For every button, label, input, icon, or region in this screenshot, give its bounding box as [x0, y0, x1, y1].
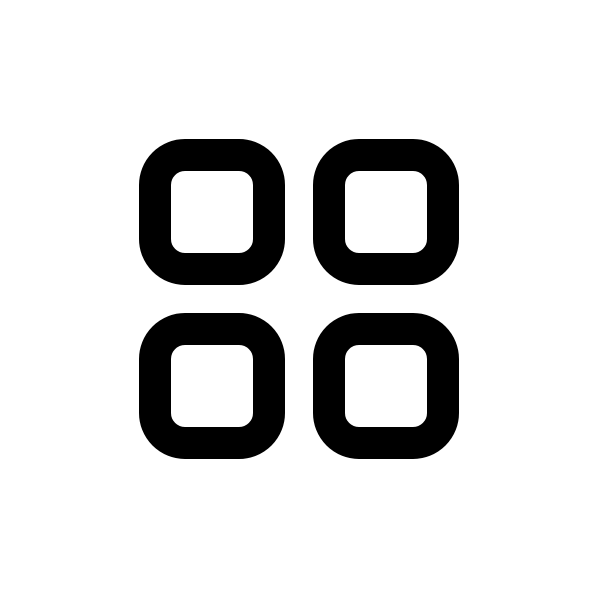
icon-canvas — [0, 0, 599, 599]
grid-tile-bottom-right — [313, 313, 459, 459]
grid-icon — [139, 139, 459, 459]
grid-tile-top-left — [139, 139, 285, 285]
grid-tile-bottom-left — [139, 313, 285, 459]
grid-tile-top-right — [313, 139, 459, 285]
